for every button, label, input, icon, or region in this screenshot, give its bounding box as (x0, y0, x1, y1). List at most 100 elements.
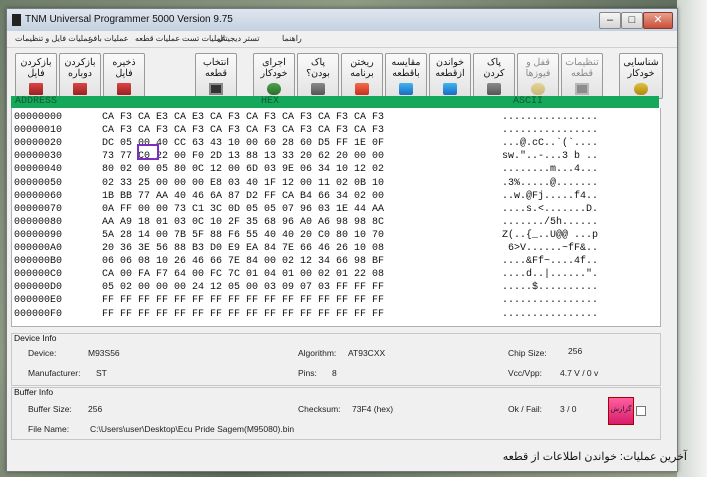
hex-ascii[interactable]: ................ (502, 294, 598, 307)
hex-bytes[interactable]: 20 36 3E 56 88 B3 D0 E9 EA 84 7E 66 46 2… (102, 242, 384, 255)
blank-check-button[interactable]: پاک بودن؟ (297, 53, 339, 99)
hex-ascii[interactable]: ..w.@Fj.....f4.. (502, 190, 598, 203)
hex-ascii[interactable]: ......./5h...... (502, 216, 598, 229)
read-label: خواندن ازقطعه (435, 57, 465, 79)
reopen-file-icon (73, 83, 87, 95)
vcc-label: Vcc/Vpp: (508, 368, 543, 378)
hex-ascii[interactable]: ................ (502, 308, 598, 321)
hex-ascii[interactable]: ...@.cC..`(`.... (502, 137, 598, 150)
hex-ascii[interactable]: .....$.......... (502, 281, 598, 294)
save-file-button[interactable]: ذخیره فایل (103, 53, 145, 99)
hex-row[interactable]: 00000060 1B BB 77 AA 40 46 6A 87 D2 FF CA… (12, 190, 660, 203)
pins-label: Pins: (298, 368, 317, 378)
menu-file-settings[interactable]: عملیات فایل و تنظیمات (15, 34, 93, 43)
hex-bytes[interactable]: 1B BB 77 AA 40 46 6A 87 D2 FF CA B4 66 3… (102, 190, 384, 203)
auto-detect-button[interactable]: شناسایی خودکار (619, 53, 663, 99)
hex-ascii[interactable]: ........m...4... (502, 163, 598, 176)
device-info-title: Device Info (14, 333, 57, 343)
hex-editor[interactable]: 00000000 CA F3 CA E3 CA E3 CA F3 CA F3 CA… (11, 108, 661, 327)
device-info-panel: Device Info Device: M93S56 Manufacturer:… (11, 333, 661, 386)
hex-bytes[interactable]: CA 00 FA F7 64 00 FC 7C 01 04 01 00 02 0… (102, 268, 384, 281)
hex-bytes[interactable]: 80 02 00 05 80 0C 12 00 6D 03 9E 06 34 1… (102, 163, 384, 176)
device-settings-button[interactable]: تنظیمات قطعه (561, 53, 603, 99)
erase-button[interactable]: پاک کردن (473, 53, 515, 99)
hex-row[interactable]: 00000000 CA F3 CA E3 CA E3 CA F3 CA F3 CA… (12, 111, 660, 124)
close-button[interactable]: ✕ (643, 12, 673, 29)
hex-ascii[interactable]: ....&Ff~....4f.. (502, 255, 598, 268)
read-button[interactable]: خواندن ازقطعه (429, 53, 471, 99)
select-device-button[interactable]: انتخاب قطعه (195, 53, 237, 99)
title-bar[interactable]: TNM Universal Programmer 5000 Version 9.… (7, 9, 677, 31)
compare-button[interactable]: مقایسه باقطعه (385, 53, 427, 99)
open-file-label: بازکردن فایل (20, 57, 52, 79)
device-value: M93S56 (88, 348, 120, 358)
menu-device[interactable]: عملیات قطعه (135, 34, 180, 43)
hex-ascii[interactable]: ....d..|......". (502, 268, 598, 281)
reopen-file-button[interactable]: بازکردن دوباره (59, 53, 101, 99)
lock-fuse-icon (531, 83, 545, 95)
blank-check-icon (311, 83, 325, 95)
buffer-size-value: 256 (88, 404, 103, 414)
menu-buffer[interactable]: عملیات بافر (89, 34, 129, 43)
auto-run-button[interactable]: اجرای خودکار (253, 53, 295, 99)
report-button[interactable]: گزارش (608, 397, 634, 425)
hex-bytes[interactable]: 02 33 25 00 00 00 E8 03 40 1F 12 00 11 0… (102, 177, 384, 190)
hex-row[interactable]: 00000090 5A 28 14 00 7B 5F 88 F6 55 40 40… (12, 229, 660, 242)
maximize-button[interactable]: □ (621, 12, 643, 29)
hex-bytes[interactable]: 0A FF 00 00 73 C1 3C 0D 05 05 07 96 03 1… (102, 203, 384, 216)
hex-bytes[interactable]: 5A 28 14 00 7B 5F 88 F6 55 40 40 20 C0 8… (102, 229, 384, 242)
hex-row[interactable]: 00000040 80 02 00 05 80 0C 12 00 6D 03 9E… (12, 163, 660, 176)
hex-row[interactable]: 000000D0 05 02 00 00 00 24 12 05 00 03 09… (12, 281, 660, 294)
device-settings-label: تنظیمات قطعه (565, 57, 599, 79)
hex-address: 00000060 (14, 190, 63, 202)
hex-ascii[interactable]: ................ (502, 124, 598, 137)
lock-fuse-button[interactable]: قفل و فیوزها (517, 53, 559, 99)
hex-address: 00000070 (14, 203, 63, 215)
hex-ascii[interactable]: sw."..-...3 b .. (502, 150, 598, 163)
hex-ascii[interactable]: Z(..{_..U@@ ...p (502, 229, 598, 242)
reopen-file-label: بازکردن دوباره (64, 57, 96, 79)
menu-help[interactable]: راهنما (282, 34, 302, 43)
hex-row[interactable]: 000000A0 20 36 3E 56 88 B3 D0 E9 EA 84 7E… (12, 242, 660, 255)
hex-row[interactable]: 000000E0 FF FF FF FF FF FF FF FF FF FF FF… (12, 294, 660, 307)
hex-row[interactable]: 00000070 0A FF 00 00 73 C1 3C 0D 05 05 07… (12, 203, 660, 216)
hex-ascii[interactable]: ................ (502, 111, 598, 124)
report-checkbox[interactable] (636, 406, 646, 416)
manufacturer-value: ST (96, 368, 107, 378)
hex-bytes[interactable]: FF FF FF FF FF FF FF FF FF FF FF FF FF F… (102, 308, 384, 321)
algorithm-label: Algorithm: (298, 348, 337, 358)
report-label: گزارش (610, 406, 632, 413)
auto-run-label: اجرای خودکار (260, 57, 288, 79)
save-file-icon (117, 83, 131, 95)
hex-row[interactable]: 00000010 CA F3 CA F3 CA F3 CA F3 CA F3 CA… (12, 124, 660, 137)
hex-ascii[interactable]: ....s.<.......D. (502, 203, 598, 216)
hex-bytes[interactable]: 06 06 08 10 26 46 66 7E 84 00 02 12 34 6… (102, 255, 384, 268)
hex-bytes[interactable]: CA F3 CA F3 CA F3 CA F3 CA F3 CA F3 CA F… (102, 124, 384, 137)
hex-row[interactable]: 000000B0 06 06 08 10 26 46 66 7E 84 00 02… (12, 255, 660, 268)
hex-bytes[interactable]: FF FF FF FF FF FF FF FF FF FF FF FF FF F… (102, 294, 384, 307)
hex-bytes[interactable]: 05 02 00 00 00 24 12 05 00 03 09 07 03 F… (102, 281, 384, 294)
hex-bytes[interactable]: CA F3 CA E3 CA E3 CA F3 CA F3 CA F3 CA F… (102, 111, 384, 124)
hex-bytes[interactable]: AA A9 18 01 03 0C 10 2F 35 68 96 A0 A6 9… (102, 216, 384, 229)
auto-run-icon (267, 83, 281, 95)
hex-row[interactable]: 00000030 73 77 C0 22 00 F0 2D 13 88 13 33… (12, 150, 660, 163)
hex-row[interactable]: 000000C0 CA 00 FA F7 64 00 FC 7C 01 04 01… (12, 268, 660, 281)
hex-ascii[interactable]: .3%.....@....... (502, 177, 598, 190)
window-title: TNM Universal Programmer 5000 Version 9.… (25, 14, 233, 25)
hex-address: 00000080 (14, 216, 63, 228)
open-file-button[interactable]: بازکردن فایل (15, 53, 57, 99)
hex-address: 00000000 (14, 112, 63, 123)
hex-row[interactable]: 000000F0 FF FF FF FF FF FF FF FF FF FF FF… (12, 308, 660, 321)
write-button[interactable]: ریختن برنامه (341, 53, 383, 99)
hex-row[interactable]: 00000080 AA A9 18 01 03 0C 10 2F 35 68 96… (12, 216, 660, 229)
blank-check-label: پاک بودن؟ (306, 57, 330, 79)
minimize-button[interactable]: ‒ (599, 12, 621, 29)
hex-ascii[interactable]: 6>V......~fF&.. (502, 242, 598, 255)
hex-address: 00000050 (14, 177, 63, 189)
hex-row[interactable]: 00000020 DC 05 00 40 CC 63 43 10 00 60 28… (12, 137, 660, 150)
ascii-column-header: ASCII (513, 96, 544, 107)
menu-digital-tester[interactable]: تستر دیجیتال (217, 34, 259, 43)
hex-cursor (137, 144, 159, 160)
file-name-value: C:\Users\user\Desktop\Ecu Pride Sagem(M9… (90, 424, 295, 434)
hex-row[interactable]: 00000050 02 33 25 00 00 00 E8 03 40 1F 12… (12, 177, 660, 190)
